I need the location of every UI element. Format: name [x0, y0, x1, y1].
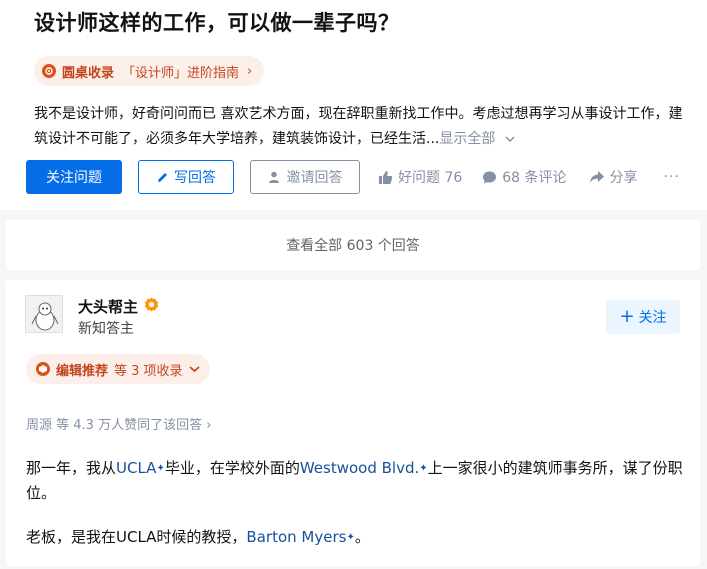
editor-badge-icon	[36, 362, 50, 376]
roundtable-icon	[42, 64, 56, 78]
write-answer-button[interactable]: 写回答	[138, 160, 234, 194]
editor-recommend-extra: 等 3 项收录	[114, 363, 183, 379]
collection-topic: 「设计师」进阶指南	[122, 65, 240, 81]
good-question-label: 好问题 76	[398, 170, 463, 186]
voters-summary[interactable]: 周源 等 4.3 万人赞同了该回答 ›	[26, 414, 211, 433]
share-label: 分享	[609, 170, 638, 186]
thumbs-up-icon	[379, 170, 393, 184]
more-options-button[interactable]: ···	[664, 169, 680, 185]
question-card: 设计师这样的工作，可以做一辈子吗？ 圆桌收录 「设计师」进阶指南 › 我不是设计…	[0, 0, 707, 210]
follow-author-label: 关注	[638, 310, 667, 326]
sparkle-icon: ✦	[346, 532, 355, 543]
view-all-answers-button[interactable]: 查看全部 603 个回答	[6, 220, 700, 270]
answer-paragraph: 那一年，我从UCLA✦毕业，在学校外面的Westwood Blvd.✦上一家很小…	[26, 456, 686, 506]
follow-author-button[interactable]: + 关注	[606, 300, 680, 334]
collection-name: 圆桌收录	[62, 65, 115, 81]
pencil-icon	[158, 172, 167, 182]
author-title: 新知答主	[78, 321, 134, 337]
comments-label: 68 条评论	[502, 170, 567, 186]
roundtable-collection-pill[interactable]: 圆桌收录 「设计师」进阶指南 ›	[34, 56, 265, 86]
chevron-down-icon[interactable]	[501, 133, 515, 146]
avatar[interactable]	[25, 295, 63, 333]
follow-question-button[interactable]: 关注问题	[26, 160, 122, 194]
good-question-button[interactable]: 好问题 76	[378, 167, 462, 187]
invite-answer-button[interactable]: 邀请回答	[250, 160, 360, 194]
barton-myers-link[interactable]: Barton Myers	[246, 528, 346, 546]
invite-user-icon	[268, 171, 281, 183]
question-description: 我不是设计师，好奇问问而已 喜欢艺术方面，现在辞职重新找工作中。考虑过想再学习从…	[34, 102, 686, 152]
answer-text: 毕业，在学校外面的	[164, 459, 300, 477]
plus-icon: +	[619, 306, 635, 327]
share-button[interactable]: 分享	[589, 167, 638, 187]
answer-text: 那一年，我从	[26, 459, 117, 477]
comment-icon	[483, 171, 497, 183]
answer-text: 老板，是我在UCLA时候的教授，	[26, 528, 247, 546]
answer-card: 大头帮主 新知答主 + 关注 编辑推荐 等 3 项收录 周源 等 4.3 万人赞…	[6, 280, 700, 566]
editor-recommend-pill[interactable]: 编辑推荐 等 3 项收录	[26, 354, 210, 384]
question-title[interactable]: 设计师这样的工作，可以做一辈子吗？	[34, 7, 400, 37]
sparkle-icon: ✦	[156, 463, 165, 474]
answer-content: 那一年，我从UCLA✦毕业，在学校外面的Westwood Blvd.✦上一家很小…	[26, 456, 686, 569]
description-text: 我不是设计师，好奇问问而已 喜欢艺术方面，现在辞职重新找工作中。考虑过想再学习从…	[34, 106, 683, 147]
answer-paragraph: 老板，是我在UCLA时候的教授，Barton Myers✦。	[26, 525, 686, 550]
comments-button[interactable]: 68 条评论	[482, 167, 567, 187]
show-all-link[interactable]: 显示全部	[439, 131, 495, 147]
ucla-link[interactable]: UCLA	[116, 459, 156, 477]
westwood-link[interactable]: Westwood Blvd.	[300, 459, 419, 477]
chevron-down-icon	[189, 363, 200, 376]
question-actions: 关注问题 写回答 邀请回答 好问题 76 68 条评论 分享 ···	[26, 160, 680, 194]
editor-recommend-name: 编辑推荐	[56, 363, 109, 379]
creator-badge-icon	[144, 297, 159, 312]
answer-text: 。	[354, 528, 370, 546]
write-answer-label: 写回答	[174, 170, 216, 186]
chevron-right-icon: ›	[247, 63, 253, 79]
share-icon	[589, 171, 604, 183]
author-name[interactable]: 大头帮主	[78, 296, 138, 317]
invite-answer-label: 邀请回答	[286, 170, 343, 186]
sparkle-icon: ✦	[419, 463, 428, 474]
